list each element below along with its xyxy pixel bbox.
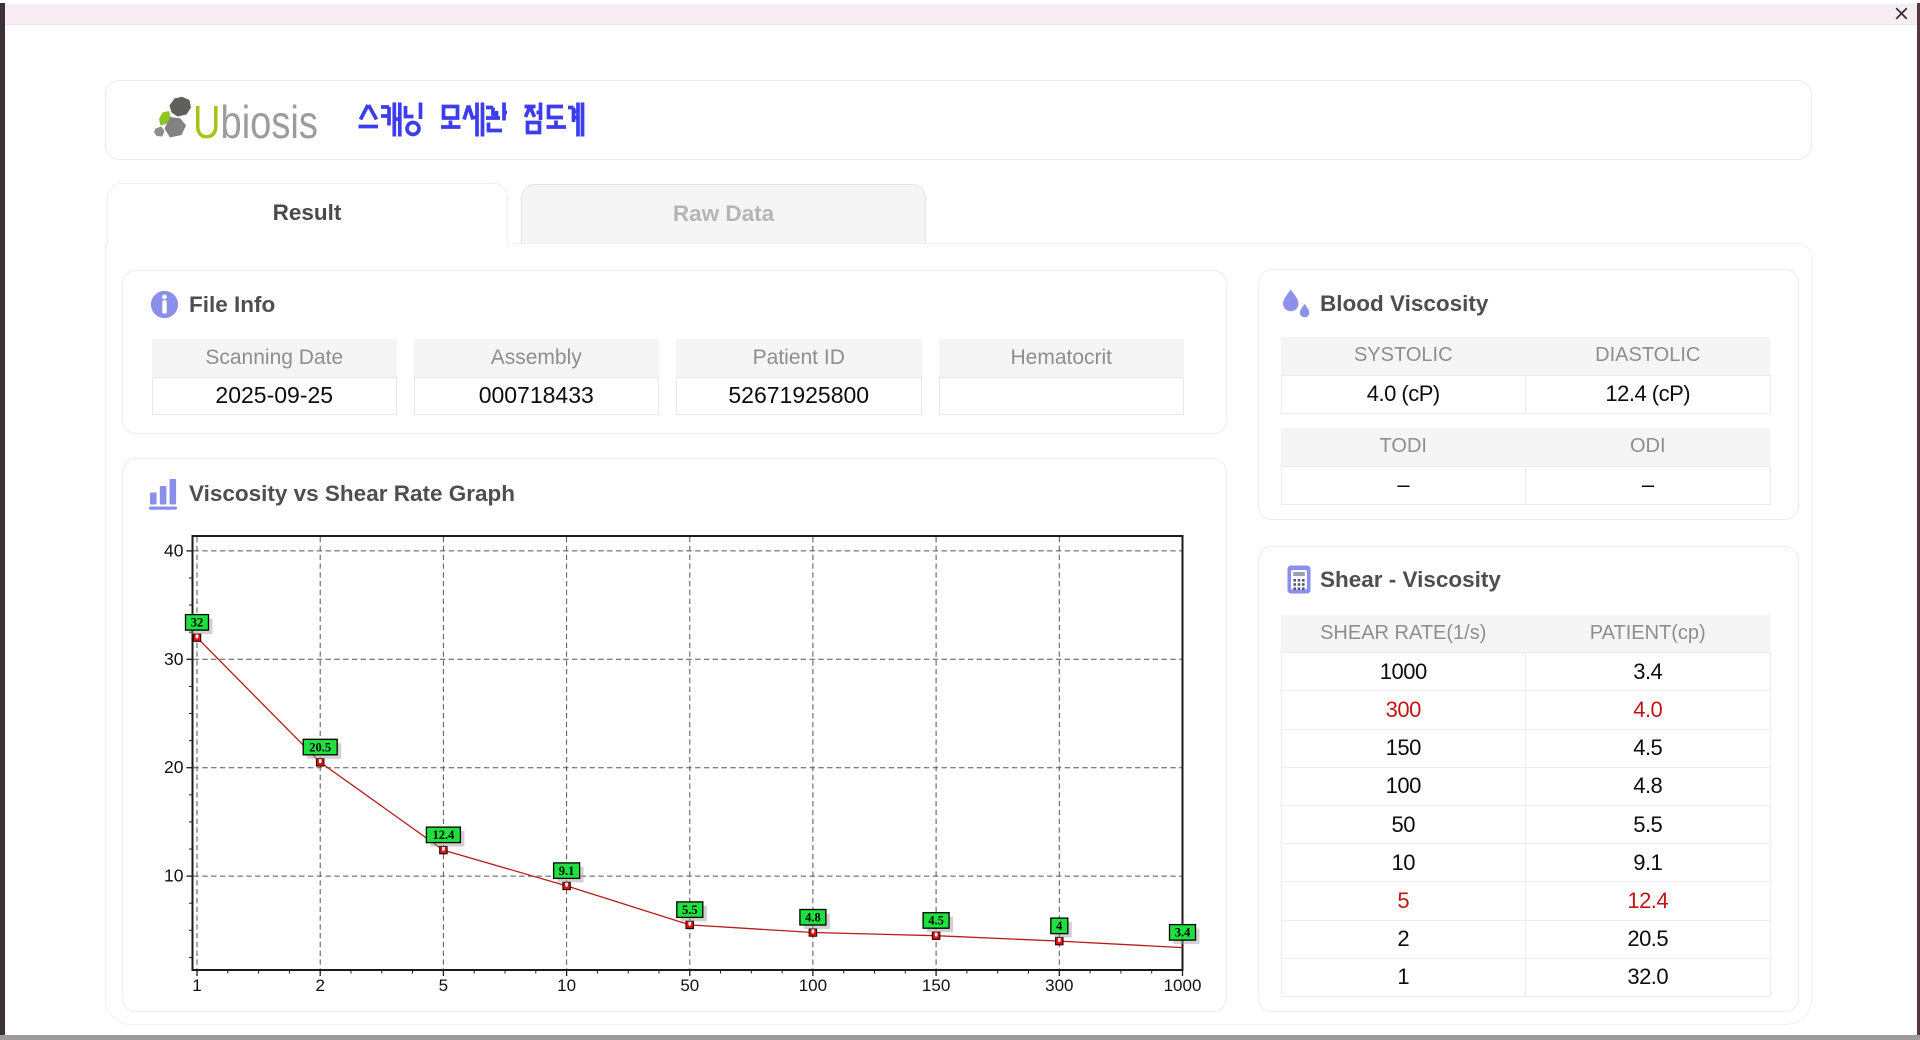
- svg-text:4: 4: [1056, 919, 1063, 933]
- svg-text:1: 1: [192, 976, 201, 995]
- svg-text:12.4: 12.4: [432, 828, 455, 842]
- svg-text:150: 150: [922, 976, 950, 995]
- svg-text:32: 32: [191, 616, 204, 630]
- svg-text:5.5: 5.5: [682, 903, 698, 917]
- svg-text:1000: 1000: [1164, 976, 1202, 995]
- svg-text:5: 5: [439, 976, 448, 995]
- svg-text:30: 30: [164, 649, 184, 669]
- svg-text:100: 100: [799, 976, 827, 995]
- svg-text:3.4: 3.4: [1175, 926, 1191, 940]
- svg-text:50: 50: [680, 976, 699, 995]
- svg-text:20: 20: [164, 757, 184, 777]
- svg-text:4.5: 4.5: [928, 914, 944, 928]
- svg-text:2: 2: [315, 976, 324, 995]
- svg-text:10: 10: [164, 866, 184, 886]
- svg-text:9.1: 9.1: [559, 864, 575, 878]
- svg-text:20.5: 20.5: [309, 740, 331, 754]
- svg-text:10: 10: [557, 976, 576, 995]
- svg-text:4.8: 4.8: [805, 911, 821, 925]
- svg-text:40: 40: [164, 540, 184, 560]
- svg-text:300: 300: [1045, 976, 1073, 995]
